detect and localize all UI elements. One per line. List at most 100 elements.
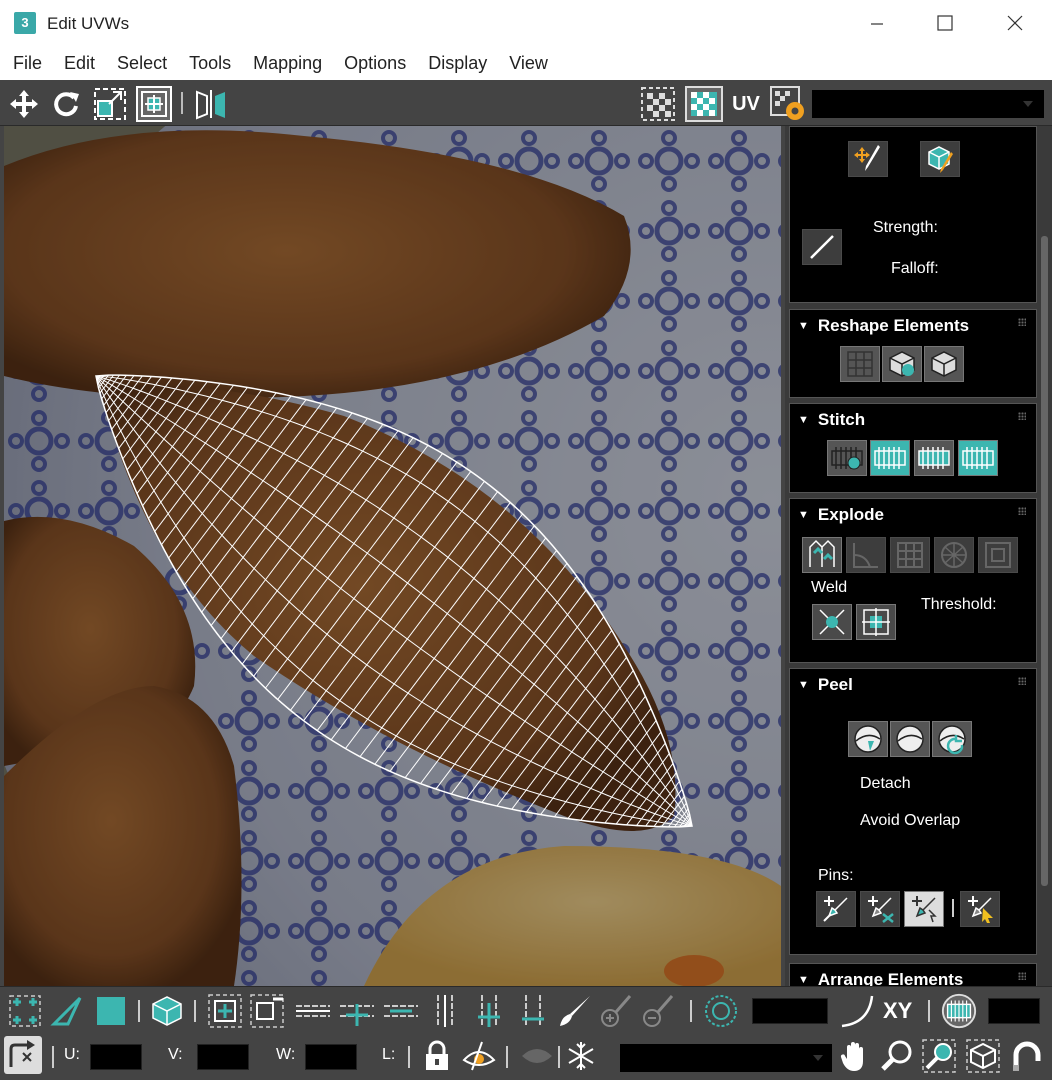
arrange-elements-title[interactable]: ▼ Arrange Elements: [798, 970, 963, 986]
menu-display[interactable]: Display: [417, 46, 498, 80]
grip-icon[interactable]: [1018, 318, 1026, 326]
offset-arrow-icon: [9, 1040, 35, 1067]
paint-relax-button[interactable]: [920, 141, 960, 177]
stitch-custom-button[interactable]: [827, 440, 867, 476]
stitch-custom-icon: [831, 447, 863, 470]
detach-edge-verts-button[interactable]: [846, 537, 886, 573]
explode-title[interactable]: ▼ Explode: [798, 505, 884, 525]
ring-shrink-button[interactable]: [382, 992, 420, 1030]
flatten-by-smoothing-button[interactable]: [978, 537, 1018, 573]
select-pins-button[interactable]: [960, 891, 1000, 927]
weld-selected-button[interactable]: [812, 604, 852, 640]
freeform-button[interactable]: [136, 86, 172, 122]
map-settings-button[interactable]: [770, 86, 806, 122]
reshape-elements-title[interactable]: ▼ Reshape Elements: [798, 316, 969, 336]
scale-button[interactable]: [92, 86, 128, 122]
relax-button[interactable]: [924, 346, 964, 382]
ring-grow-button[interactable]: [338, 992, 376, 1030]
map-dropdown[interactable]: [812, 90, 1044, 118]
panel-scrollbar[interactable]: [1041, 236, 1048, 886]
close-button[interactable]: [980, 0, 1050, 46]
stitch-average-button[interactable]: [914, 440, 954, 476]
loop-select-button[interactable]: [426, 992, 464, 1030]
auto-pin-moved-button[interactable]: [904, 891, 944, 927]
uv-editor-viewport[interactable]: [4, 126, 781, 986]
quick-peel-button[interactable]: [848, 721, 888, 757]
element-mode-button[interactable]: [148, 992, 186, 1030]
minimize-button[interactable]: [842, 0, 912, 46]
wireframe-edge: [389, 550, 558, 772]
grip-icon[interactable]: [1018, 972, 1026, 980]
peel-mode-button[interactable]: [890, 721, 930, 757]
break-button[interactable]: [802, 537, 842, 573]
flatten-by-polygon-button[interactable]: [890, 537, 930, 573]
unpin-selected-button[interactable]: [860, 891, 900, 927]
loop-shrink-button[interactable]: [514, 992, 552, 1030]
checker-map-button[interactable]: [684, 86, 724, 122]
menu-options[interactable]: Options: [333, 46, 417, 80]
show-all-button[interactable]: [518, 1037, 556, 1075]
peel-title[interactable]: ▼ Peel: [798, 675, 853, 695]
move-button[interactable]: [6, 86, 42, 122]
menu-file[interactable]: File: [2, 46, 53, 80]
grip-icon[interactable]: [1018, 412, 1026, 420]
shrink-selection-button[interactable]: [248, 992, 286, 1030]
brush-settings-button[interactable]: [802, 229, 842, 265]
shrink-brush-button[interactable]: [638, 992, 676, 1030]
flatten-by-material-button[interactable]: [934, 537, 974, 573]
grow-selection-button[interactable]: [206, 992, 244, 1030]
lock-selection-button[interactable]: [418, 1037, 456, 1075]
w-field[interactable]: [305, 1044, 357, 1070]
falloff-distance-field[interactable]: [752, 998, 828, 1024]
grip-icon[interactable]: [1018, 507, 1026, 515]
selection-set-dropdown[interactable]: [620, 1044, 832, 1072]
absolute-offset-toggle[interactable]: [4, 1036, 42, 1074]
falloff-type-button[interactable]: [838, 992, 876, 1030]
hide-selection-button[interactable]: [460, 1037, 498, 1075]
pan-button[interactable]: [836, 1037, 874, 1075]
menu-mapping[interactable]: Mapping: [242, 46, 333, 80]
freeze-selection-button[interactable]: [562, 1037, 600, 1075]
menu-tools[interactable]: Tools: [178, 46, 242, 80]
edge-distance-field[interactable]: [988, 998, 1040, 1024]
wireframe-edge: [592, 731, 662, 823]
edge-mode-button[interactable]: [48, 992, 86, 1030]
rotate-button[interactable]: [48, 86, 84, 122]
stitch-to-source-button[interactable]: [870, 440, 910, 476]
paint-move-button[interactable]: [848, 141, 888, 177]
reset-peel-button[interactable]: [932, 721, 972, 757]
uv-toggle-button[interactable]: UV: [728, 86, 764, 122]
mirror-button[interactable]: [193, 86, 229, 122]
stitch-title[interactable]: ▼ Stitch: [798, 410, 865, 430]
vertex-mode-button[interactable]: [6, 992, 44, 1030]
straighten-button[interactable]: [840, 346, 880, 382]
soft-selection-button[interactable]: [702, 992, 740, 1030]
menu-view[interactable]: View: [498, 46, 559, 80]
zoom-extents-button[interactable]: [964, 1037, 1002, 1075]
menu-select[interactable]: Select: [106, 46, 178, 80]
zoom-button[interactable]: [878, 1037, 916, 1075]
reshape-elements-label: Reshape Elements: [817, 316, 970, 335]
uv-wireframe-mesh[interactable]: [4, 126, 781, 986]
wireframe-edge: [105, 375, 135, 413]
zoom-region-button[interactable]: [920, 1037, 958, 1075]
enlarge-brush-button[interactable]: [596, 992, 634, 1030]
polygon-mode-button[interactable]: [92, 992, 130, 1030]
chevron-down-icon: [813, 1055, 823, 1061]
ring-select-button[interactable]: [294, 992, 332, 1030]
relax-until-flat-button[interactable]: [882, 346, 922, 382]
snap-button[interactable]: [1008, 1037, 1046, 1075]
v-field[interactable]: [197, 1044, 249, 1070]
pin-selected-button[interactable]: [816, 891, 856, 927]
stitch-to-target-button[interactable]: [958, 440, 998, 476]
edge-distance-button[interactable]: [940, 992, 978, 1030]
maximize-button[interactable]: [910, 0, 980, 46]
loop-grow-button[interactable]: [470, 992, 508, 1030]
u-field[interactable]: [90, 1044, 142, 1070]
paint-select-button[interactable]: [556, 992, 594, 1030]
menu-edit[interactable]: Edit: [53, 46, 106, 80]
checker-pattern-button[interactable]: [640, 86, 676, 122]
grip-icon[interactable]: [1018, 677, 1026, 685]
weld-target-button[interactable]: [856, 604, 896, 640]
xy-space-toggle[interactable]: XY: [883, 998, 912, 1024]
